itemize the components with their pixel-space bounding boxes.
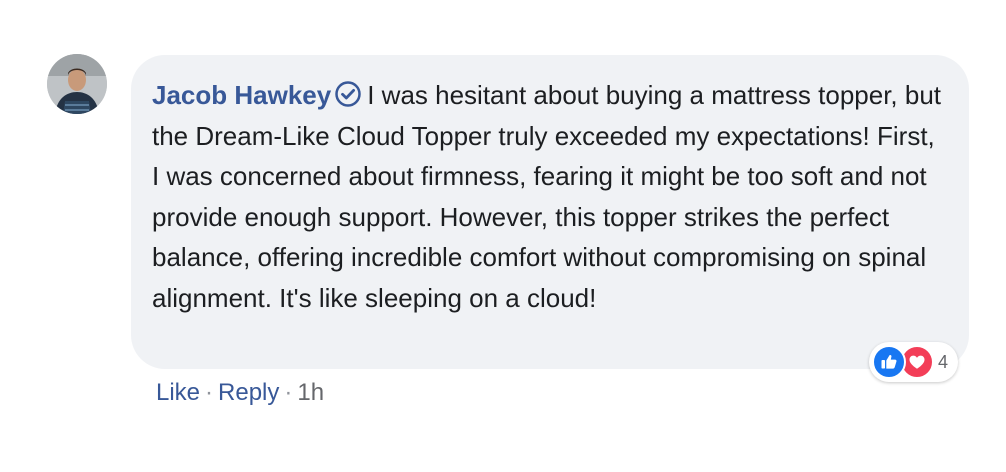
- comment-actions: Like · Reply · 1h: [156, 378, 324, 408]
- timestamp[interactable]: 1h: [297, 378, 324, 408]
- comment-text: I was hesitant about buying a mattress t…: [152, 80, 942, 313]
- separator-dot: ·: [284, 379, 293, 406]
- reaction-count: 4: [938, 351, 949, 372]
- author-name[interactable]: Jacob Hawkey: [152, 80, 331, 110]
- like-link[interactable]: Like: [156, 378, 200, 408]
- reply-link[interactable]: Reply: [218, 378, 279, 408]
- user-photo-icon: [47, 54, 107, 114]
- comment-bubble: Jacob Hawkey I was hesitant about buying …: [131, 55, 969, 369]
- avatar[interactable]: [47, 54, 107, 114]
- like-icon: [872, 345, 906, 379]
- comment-body: Jacob Hawkey I was hesitant about buying …: [152, 75, 942, 318]
- separator-dot: ·: [205, 379, 214, 406]
- verified-badge-icon: [335, 78, 361, 107]
- reactions-summary[interactable]: 4: [869, 342, 959, 382]
- comment-container: Jacob Hawkey I was hesitant about buying …: [0, 0, 1006, 472]
